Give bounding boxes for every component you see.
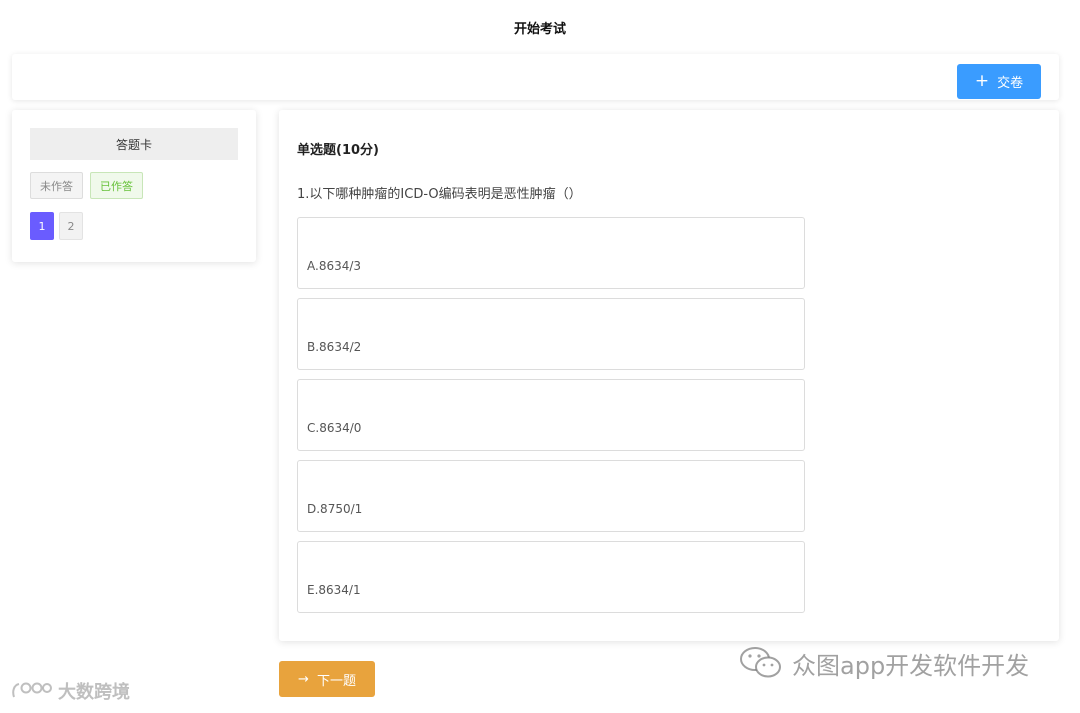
question-number-2[interactable]: 2 (59, 212, 83, 240)
watermark-right-text: 众图app开发软件开发 (792, 651, 1030, 680)
option-a[interactable]: A.8634/3 (297, 217, 805, 289)
watermark-logo-icon (12, 682, 52, 698)
option-b[interactable]: B.8634/2 (297, 298, 805, 370)
answer-card: 答题卡 未作答 已作答 1 2 (12, 110, 256, 262)
watermark-left-text: 大数跨境 (58, 682, 130, 703)
question-text: 1.以下哪种肿瘤的ICD-O编码表明是恶性肿瘤（） (297, 187, 582, 202)
top-toolbar: + 交卷 (12, 54, 1059, 100)
option-d[interactable]: D.8750/1 (297, 460, 805, 532)
option-label: B.8634/2 (307, 340, 362, 354)
question-panel: 单选题(10分) 1.以下哪种肿瘤的ICD-O编码表明是恶性肿瘤（） A.863… (279, 110, 1059, 641)
question-type-label: 单选题(10分) (297, 143, 379, 158)
option-e[interactable]: E.8634/1 (297, 541, 805, 613)
option-label: D.8750/1 (307, 502, 363, 516)
answer-card-title: 答题卡 (30, 128, 238, 160)
question-number-1[interactable]: 1 (30, 212, 54, 240)
plus-icon: + (974, 71, 990, 91)
watermark-right: 众图app开发软件开发 (738, 645, 1029, 681)
wechat-icon (740, 647, 781, 678)
page-title: 开始考试 (513, 22, 566, 37)
next-question-button[interactable]: → 下一题 (279, 661, 375, 697)
submit-exam-button[interactable]: + 交卷 (957, 64, 1041, 99)
option-label: A.8634/3 (307, 259, 362, 273)
legend-unanswered: 未作答 (30, 172, 83, 199)
option-label: C.8634/0 (307, 421, 362, 435)
option-c[interactable]: C.8634/0 (297, 379, 805, 451)
legend-answered: 已作答 (90, 172, 143, 199)
watermark-left: 大数跨境 (10, 678, 130, 704)
arrow-right-icon: → (298, 671, 309, 687)
next-question-label: 下一题 (316, 673, 356, 689)
submit-exam-label: 交卷 (997, 76, 1024, 91)
option-label: E.8634/1 (307, 583, 361, 597)
